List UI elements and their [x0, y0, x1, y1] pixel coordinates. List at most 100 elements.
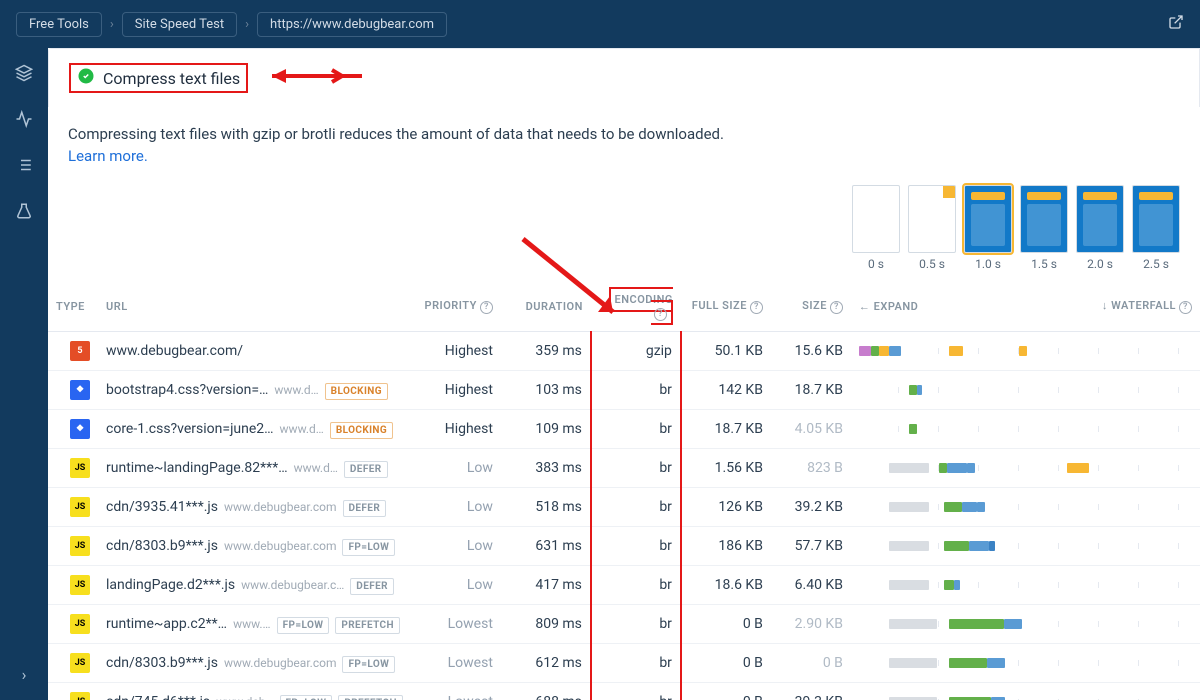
help-icon[interactable]: ?	[830, 301, 843, 314]
encoding-value: br	[591, 565, 681, 604]
waterfall-bar[interactable]	[859, 617, 1179, 631]
request-url: cdn/3935.41***.js	[106, 499, 218, 515]
sidebar: ›	[0, 48, 48, 700]
encoding-value: gzip	[591, 331, 681, 370]
duration-value: 417 ms	[501, 565, 591, 604]
js-icon: JS	[70, 536, 90, 556]
waterfall-bar[interactable]	[859, 500, 1179, 514]
col-full-size[interactable]: FULL SIZE?	[681, 283, 771, 332]
layers-icon[interactable]	[15, 64, 33, 86]
waterfall-bar[interactable]	[859, 578, 1179, 592]
col-expand[interactable]: ← EXPAND	[851, 283, 931, 332]
js-icon: JS	[70, 614, 90, 634]
breadcrumb-url[interactable]: https://www.debugbear.com	[257, 12, 447, 37]
size-value: 39.2 KB	[795, 499, 843, 515]
col-type[interactable]: TYPE	[48, 283, 98, 332]
check-circle-icon	[77, 67, 95, 89]
priority-value: Highest	[445, 421, 493, 437]
external-link-icon[interactable]	[1168, 14, 1184, 34]
encoding-value: br	[591, 643, 681, 682]
main-panel: Compress text files Compressing text fil…	[48, 48, 1200, 700]
encoding-value: br	[591, 604, 681, 643]
table-row[interactable]: JSlandingPage.d2***.jswww.debugbear.c…DE…	[48, 565, 1200, 604]
request-host: www.d…	[280, 422, 324, 436]
request-url: runtime~landingPage.82***…	[106, 460, 288, 476]
filmstrip-frame[interactable]	[1132, 185, 1180, 253]
priority-value: Highest	[445, 343, 493, 359]
breadcrumb-free-tools[interactable]: Free Tools	[16, 12, 102, 37]
table-row[interactable]: ❖bootstrap4.css?version=…www.d…BLOCKINGH…	[48, 370, 1200, 409]
size-value: 6.40 KB	[795, 577, 843, 593]
table-row[interactable]: 5www.debugbear.com/Highest359 msgzip50.1…	[48, 331, 1200, 370]
waterfall-bar[interactable]	[859, 383, 1179, 397]
help-icon[interactable]: ?	[654, 308, 667, 321]
waterfall-bar[interactable]	[859, 656, 1179, 670]
requests-table: TYPE URL PRIORITY? DURATION ENCODING? FU…	[48, 283, 1200, 700]
learn-more-link[interactable]: Learn more.	[68, 147, 148, 165]
full-size-value: 186 KB	[681, 526, 771, 565]
table-row[interactable]: JSruntime~landingPage.82***…www.d…DEFERL…	[48, 448, 1200, 487]
flask-icon[interactable]	[15, 202, 33, 224]
tag-fp=low: FP=LOW	[342, 539, 395, 556]
js-icon: JS	[70, 692, 90, 700]
size-value: 18.7 KB	[795, 382, 843, 398]
encoding-value: br	[591, 682, 681, 700]
tag-defer: DEFER	[343, 500, 387, 517]
col-priority[interactable]: PRIORITY?	[411, 283, 501, 332]
filmstrip-frame[interactable]	[1076, 185, 1124, 253]
filmstrip-label: 1.0 s	[964, 257, 1012, 271]
priority-value: Lowest	[448, 694, 493, 700]
waterfall-bar[interactable]	[859, 461, 1179, 475]
request-url: www.debugbear.com/	[106, 343, 243, 359]
col-waterfall[interactable]: ↓ WATERFALL?	[931, 283, 1200, 332]
duration-value: 103 ms	[501, 370, 591, 409]
table-row[interactable]: JScdn/745.d6***.jswww.deb…FP=LOWPREFETCH…	[48, 682, 1200, 700]
annotation-arrow-icon	[272, 68, 362, 88]
filmstrip-frame[interactable]	[852, 185, 900, 253]
list-icon[interactable]	[15, 156, 33, 178]
full-size-value: 50.1 KB	[681, 331, 771, 370]
priority-value: Highest	[445, 382, 493, 398]
filmstrip-frame[interactable]	[964, 185, 1012, 253]
table-row[interactable]: ❖core-1.css?version=june2…www.d…BLOCKING…	[48, 409, 1200, 448]
filmstrip-frame[interactable]	[1020, 185, 1068, 253]
table-row[interactable]: JScdn/3935.41***.jswww.debugbear.comDEFE…	[48, 487, 1200, 526]
duration-value: 109 ms	[501, 409, 591, 448]
help-icon[interactable]: ?	[480, 301, 493, 314]
priority-value: Lowest	[448, 655, 493, 671]
help-icon[interactable]: ?	[750, 301, 763, 314]
topbar: Free Tools › Site Speed Test › https://w…	[0, 0, 1200, 48]
breadcrumb-site-speed-test[interactable]: Site Speed Test	[122, 12, 237, 37]
request-url: core-1.css?version=june2…	[106, 421, 274, 437]
duration-value: 809 ms	[501, 604, 591, 643]
size-value: 823 B	[807, 460, 843, 476]
js-icon: JS	[70, 497, 90, 517]
waterfall-bar[interactable]	[859, 539, 1179, 553]
size-value: 0 B	[823, 655, 843, 671]
full-size-value: 1.56 KB	[681, 448, 771, 487]
col-url[interactable]: URL	[98, 283, 411, 332]
priority-value: Low	[467, 577, 493, 593]
col-size[interactable]: SIZE?	[771, 283, 851, 332]
encoding-value: br	[591, 526, 681, 565]
activity-icon[interactable]	[15, 110, 33, 132]
table-row[interactable]: JSruntime~app.c2**…www.…FP=LOWPREFETCHLo…	[48, 604, 1200, 643]
help-icon[interactable]: ?	[1179, 301, 1192, 314]
filmstrip-label: 0 s	[852, 257, 900, 271]
waterfall-bar[interactable]	[859, 344, 1179, 358]
waterfall-bar[interactable]	[859, 422, 1179, 436]
request-host: www.deb…	[216, 695, 273, 700]
table-row[interactable]: JScdn/8303.b9***.jswww.debugbear.comFP=L…	[48, 643, 1200, 682]
banner-title: Compress text files	[103, 69, 240, 88]
table-row[interactable]: JScdn/8303.b9***.jswww.debugbear.comFP=L…	[48, 526, 1200, 565]
html-icon: 5	[70, 341, 90, 361]
priority-value: Lowest	[448, 616, 493, 632]
filmstrip-frame[interactable]	[908, 185, 956, 253]
js-icon: JS	[70, 575, 90, 595]
chevron-right-icon[interactable]: ›	[22, 665, 27, 684]
chevron-right-icon: ›	[245, 17, 249, 32]
recommendation-banner: Compress text files	[48, 48, 1200, 107]
waterfall-bar[interactable]	[859, 695, 1179, 700]
tag-fp=low: FP=LOW	[280, 695, 333, 700]
tag-defer: DEFER	[350, 578, 394, 595]
